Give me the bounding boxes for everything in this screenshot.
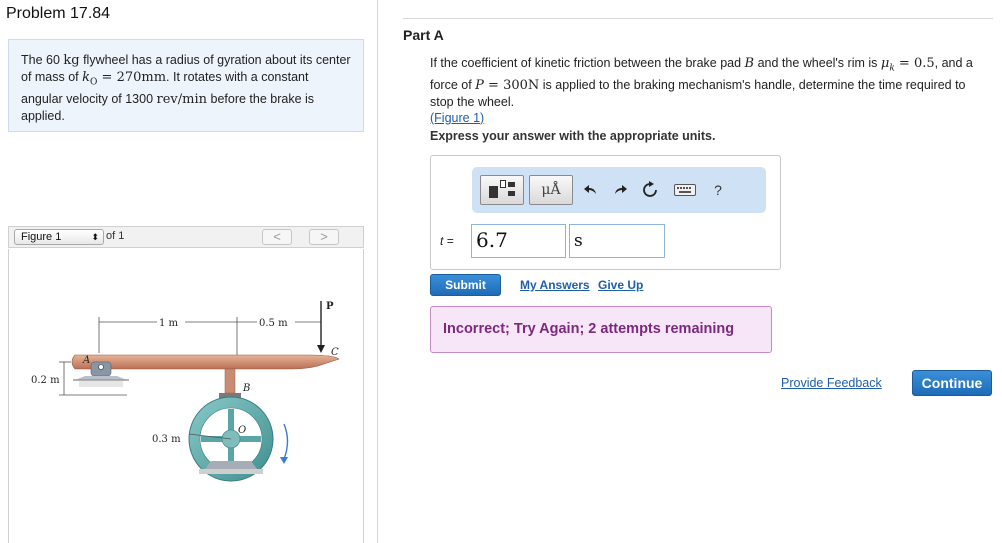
figure-toolbar: Figure 1 ⬍ of 1 < > bbox=[8, 226, 364, 248]
answer-unit-input[interactable]: s bbox=[569, 224, 665, 258]
dim-02m-label: 0.2 m bbox=[31, 375, 60, 386]
instructions: Express your answer with the appropriate… bbox=[430, 129, 716, 143]
reset-button[interactable] bbox=[638, 175, 662, 205]
problem-title: Problem 17.84 bbox=[6, 5, 111, 22]
unit-rev-min: rev/min bbox=[156, 91, 208, 107]
provide-feedback-link[interactable]: Provide Feedback bbox=[781, 376, 882, 390]
feedback-message: Incorrect; Try Again; 2 attempts remaini… bbox=[430, 306, 772, 353]
give-up-link[interactable]: Give Up bbox=[598, 278, 643, 292]
redo-icon bbox=[615, 185, 627, 194]
updown-arrows-icon: ⬍ bbox=[91, 232, 99, 242]
figure-link[interactable]: (Figure 1) bbox=[430, 111, 484, 125]
answer-area: μÅ ? t = 6.7 s bbox=[430, 155, 781, 270]
problem-panel: Problem 17.84 The 60 kg flywheel has a r… bbox=[0, 0, 378, 543]
previous-figure-button[interactable]: < bbox=[262, 229, 292, 245]
keyboard-icon bbox=[674, 184, 696, 196]
problem-statement: The 60 kg flywheel has a radius of gyrat… bbox=[8, 39, 364, 132]
dim-03m-label: 0.3 m bbox=[152, 434, 181, 445]
undo-icon bbox=[584, 185, 596, 194]
figure-selector[interactable]: Figure 1 ⬍ bbox=[14, 229, 104, 245]
submit-button[interactable]: Submit bbox=[430, 274, 501, 296]
brake-flywheel-diagram: 1 m 0.5 m P C A 0.2 m B O 0.3 m bbox=[31, 301, 340, 482]
continue-button[interactable]: Continue bbox=[912, 370, 992, 396]
undo-button[interactable] bbox=[580, 175, 602, 205]
dim-05m-label: 0.5 m bbox=[259, 318, 288, 329]
keyboard-button[interactable] bbox=[672, 175, 698, 205]
point-a-label: A bbox=[82, 355, 90, 366]
answer-value-input[interactable]: 6.7 bbox=[471, 224, 566, 258]
radius-of-gyration: kO = 270mm bbox=[82, 70, 167, 88]
units-button[interactable]: μÅ bbox=[529, 175, 573, 205]
divider bbox=[403, 18, 993, 19]
math-toolbar: μÅ ? bbox=[472, 167, 766, 213]
unit-kg: kg bbox=[63, 53, 80, 68]
force-p-label: P bbox=[326, 301, 334, 312]
templates-icon bbox=[489, 180, 515, 200]
question-text: If the coefficient of kinetic friction b… bbox=[430, 56, 973, 125]
part-title: Part A bbox=[403, 27, 444, 43]
point-b-label: B bbox=[242, 383, 250, 394]
point-o-label: O bbox=[238, 425, 246, 436]
units-icon: μÅ bbox=[541, 182, 561, 198]
reset-icon bbox=[643, 181, 657, 197]
help-icon: ? bbox=[714, 182, 722, 198]
my-answers-link[interactable]: My Answers bbox=[520, 278, 590, 292]
answer-variable-label: t = bbox=[440, 234, 454, 248]
next-figure-button[interactable]: > bbox=[309, 229, 339, 245]
figure-viewer: 1 m 0.5 m P C A 0.2 m B O 0.3 m bbox=[8, 249, 364, 543]
redo-button[interactable] bbox=[609, 175, 631, 205]
templates-button[interactable] bbox=[480, 175, 524, 205]
figure-count: of 1 bbox=[106, 230, 125, 242]
dim-1m-label: 1 m bbox=[159, 318, 179, 329]
part-a-panel: Part A If the coefficient of kinetic fri… bbox=[379, 0, 1002, 543]
help-button[interactable]: ? bbox=[708, 175, 728, 205]
